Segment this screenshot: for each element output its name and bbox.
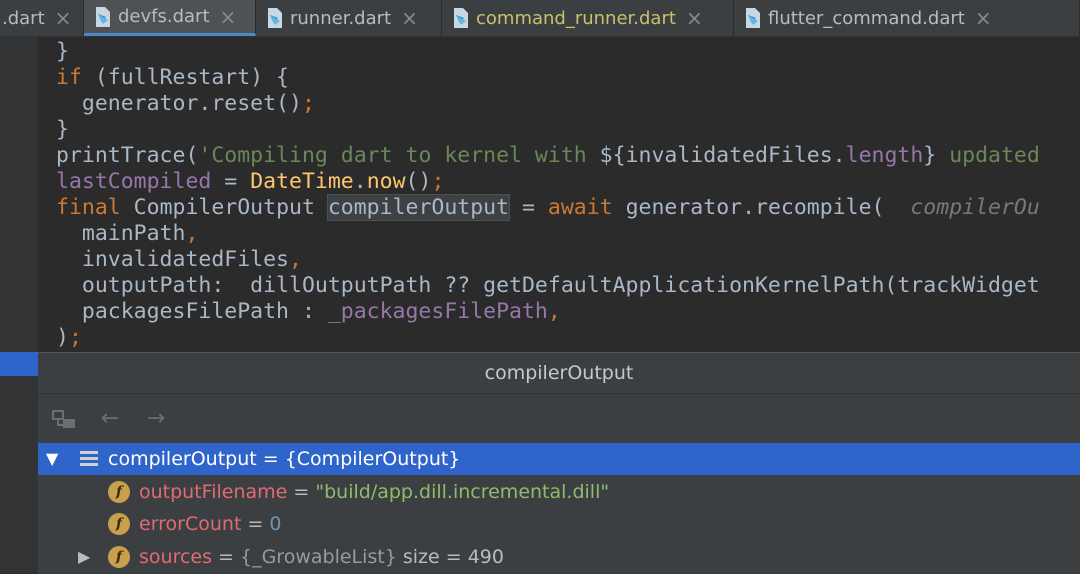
popup-title: compilerOutput (38, 353, 1080, 394)
variable-name: compilerOutput (108, 448, 257, 470)
tree-row-output-filename[interactable]: f outputFilename = "build/app.dill.incre… (38, 476, 1080, 508)
variable-value: {CompilerOutput} (284, 448, 461, 470)
tree-row-sources[interactable]: ▶ f sources = {_GrowableList} size = 490 (38, 541, 1080, 573)
code-line: packagesFilePath : _packagesFilePath, (56, 299, 561, 324)
expanded-arrow-icon[interactable]: ▼ (46, 443, 58, 475)
variable-name: errorCount (139, 513, 242, 535)
code-line: if (fullRestart) { (56, 65, 289, 90)
variable-value: "build/app.dill.incremental.dill" (315, 481, 610, 503)
tab-partial-dart[interactable]: .dart × (0, 0, 84, 36)
tab-label: .dart (2, 7, 45, 29)
dart-file-icon (266, 7, 284, 29)
collapsed-arrow-icon[interactable]: ▶ (78, 541, 90, 573)
variable-value: 0 (269, 513, 282, 535)
close-icon[interactable]: × (55, 6, 72, 30)
dart-file-icon (94, 6, 112, 28)
editor-tab-bar: .dart × devfs.dart × runner.dart × comma… (0, 0, 1080, 37)
code-line: lastCompiled = DateTime.now(); (56, 169, 445, 194)
popup-toolbar: ← → (38, 394, 1080, 444)
back-arrow-icon[interactable]: ← (96, 406, 124, 432)
hierarchy-icon[interactable] (50, 406, 78, 432)
tab-command-runner-dart[interactable]: command_runner.dart × (442, 0, 734, 36)
variable-name: outputFilename (139, 481, 288, 503)
variable-type: {_GrowableList} (240, 546, 397, 568)
tab-devfs-dart[interactable]: devfs.dart × (84, 0, 256, 36)
dart-file-icon (744, 7, 762, 29)
code-line: ); (56, 325, 82, 350)
forward-arrow-icon[interactable]: → (142, 406, 170, 432)
field-icon: f (108, 513, 130, 535)
tab-runner-dart[interactable]: runner.dart × (256, 0, 442, 36)
tab-label: command_runner.dart (476, 7, 676, 29)
tree-row-compiler-output[interactable]: ▼ compilerOutput = {CompilerOutput} (38, 443, 1080, 475)
tab-label: devfs.dart (118, 6, 210, 27)
close-icon[interactable]: × (401, 6, 418, 30)
code-line: final CompilerOutput compilerOutput = aw… (56, 194, 1040, 221)
code-line: invalidatedFiles, (56, 247, 302, 272)
dart-file-icon (452, 7, 470, 29)
variable-inspector-popup: compilerOutput ← → ▼ compilerOutput = {C… (38, 352, 1080, 574)
close-icon[interactable]: × (220, 5, 237, 29)
tab-label: flutter_command.dart (768, 7, 965, 29)
code-line: generator.reset(); (56, 91, 315, 116)
code-line: printTrace('Compiling dart to kernel wit… (56, 143, 1040, 168)
code-line: } (56, 39, 69, 64)
variable-name: sources (139, 546, 212, 568)
code-editor[interactable]: } if (fullRestart) { generator.reset(); … (38, 37, 1080, 352)
object-list-icon (80, 451, 98, 467)
code-line: outputPath: dillOutputPath ?? getDefault… (56, 273, 1040, 298)
field-icon: f (108, 546, 130, 568)
editor-gutter[interactable] (0, 37, 39, 573)
close-icon[interactable]: × (686, 6, 703, 30)
execution-line-marker (0, 352, 38, 376)
tab-label: runner.dart (290, 7, 392, 29)
tree-row-error-count[interactable]: f errorCount = 0 (38, 508, 1080, 540)
close-icon[interactable]: × (975, 6, 992, 30)
code-line: } (56, 117, 69, 142)
parameter-hint: compilerOu (910, 195, 1040, 220)
field-icon: f (108, 481, 130, 503)
variable-size: size = 490 (396, 546, 504, 568)
code-line: mainPath, (56, 221, 199, 246)
selected-identifier[interactable]: compilerOutput (326, 194, 511, 221)
tab-flutter-command-dart[interactable]: flutter_command.dart × (734, 0, 1080, 36)
